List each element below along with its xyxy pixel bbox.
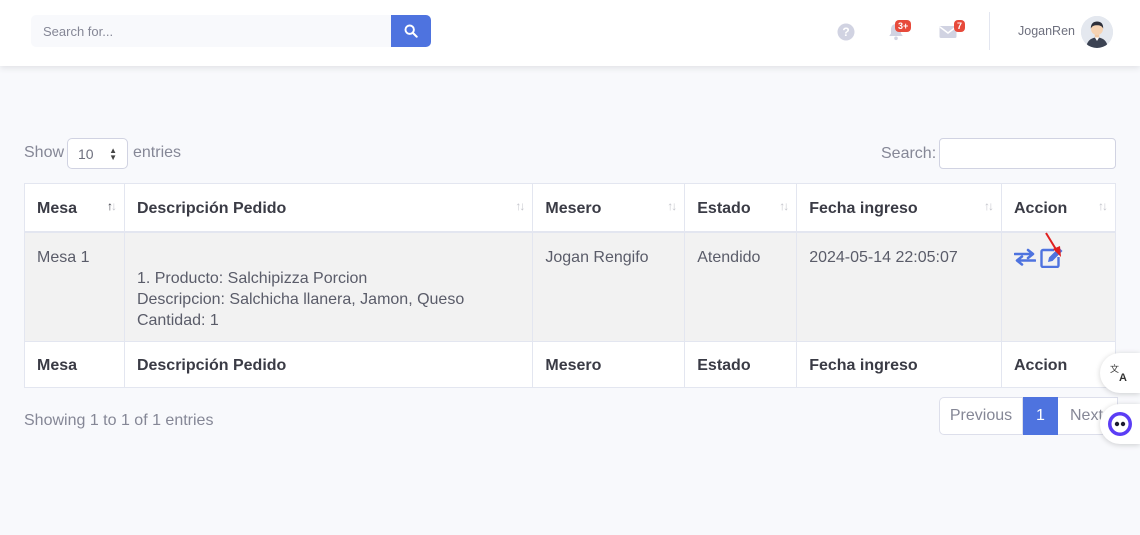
descripcion-line: Cantidad: 1 (136, 311, 219, 329)
table-row: Mesa 1 1. Producto: Salchipizza Porcion … (24, 231, 1117, 342)
translate-widget-button[interactable]: 文 A (1100, 353, 1140, 393)
assistant-widget-button[interactable] (1100, 404, 1140, 444)
assistant-bot-icon (1108, 412, 1132, 436)
translate-icon: 文 A (1110, 363, 1127, 383)
sort-icon: ↑↓ (515, 199, 525, 213)
footer-estado: Estado (684, 341, 798, 388)
page-button-1[interactable]: 1 (1023, 397, 1058, 435)
column-header-mesa[interactable]: Mesa ↑↓ (24, 183, 125, 233)
avatar[interactable] (1081, 16, 1113, 48)
descripcion-line: Descripcion: Salchicha llanera, Jamon, Q… (136, 290, 465, 308)
table-foot: Mesa Descripción Pedido Mesero Estado Fe… (24, 341, 1117, 388)
column-header-accion[interactable]: Accion ↑↓ (1000, 183, 1117, 233)
cell-mesero: Jogan Rengifo (532, 231, 686, 342)
question-circle-icon: ? (837, 23, 855, 41)
transfer-arrows-icon[interactable] (1013, 248, 1036, 266)
alerts-badge: 3+ (895, 20, 912, 32)
footer-mesa: Mesa (24, 341, 125, 388)
cell-accion (1000, 231, 1117, 342)
sort-asc-icon: ↑↓ (106, 199, 117, 213)
topbar-divider (989, 12, 990, 50)
search-icon (404, 24, 418, 38)
cell-mesa: Mesa 1 (24, 231, 125, 342)
cell-descripcion: 1. Producto: Salchipizza Porcion Descrip… (123, 231, 534, 342)
entries-per-page-value: 10 (78, 145, 94, 162)
svg-text:A: A (1119, 372, 1127, 383)
orders-table: Mesa ↑↓ Descripción Pedido ↑↓ Mesero ↑↓ Est… (24, 183, 1117, 388)
column-header-descripcion[interactable]: Descripción Pedido ↑↓ (123, 183, 534, 233)
sort-icon: ↑↓ (779, 199, 789, 213)
annotation-arrow-icon (1045, 231, 1061, 257)
pagination: Previous 1 Next (939, 397, 1118, 435)
select-arrows-icon: ▲ ▼ (109, 146, 117, 162)
svg-text:文: 文 (1110, 363, 1119, 375)
table-search-input[interactable] (939, 138, 1116, 169)
sort-icon: ↑↓ (1098, 199, 1108, 213)
topbar-search (31, 15, 431, 47)
descripcion-line: 1. Producto: Salchipizza Porcion (136, 269, 368, 287)
table-head: Mesa ↑↓ Descripción Pedido ↑↓ Mesero ↑↓ Est… (24, 183, 1117, 233)
column-header-mesero[interactable]: Mesero ↑↓ (532, 183, 686, 233)
footer-descripcion: Descripción Pedido (123, 341, 534, 388)
footer-accion: Accion (1000, 341, 1117, 388)
column-header-fecha[interactable]: Fecha ingreso ↑↓ (796, 183, 1002, 233)
alerts-button[interactable]: 3+ (884, 20, 912, 44)
topbar-search-input[interactable] (31, 15, 391, 47)
footer-mesero: Mesero (532, 341, 686, 388)
messages-badge: 7 (954, 20, 966, 32)
messages-button[interactable]: 7 (936, 20, 966, 44)
footer-fecha: Fecha ingreso (796, 341, 1002, 388)
column-header-estado[interactable]: Estado ↑↓ (684, 183, 798, 233)
table-search-label: Search: (881, 145, 937, 162)
topbar: ? 3+ 7 JoganRen (0, 0, 1140, 66)
cell-fecha: 2024-05-14 22:05:07 (796, 231, 1002, 342)
entries-label: entries (133, 144, 182, 161)
previous-page-button[interactable]: Previous (939, 397, 1023, 435)
show-label: Show (24, 144, 65, 161)
sort-icon: ↑↓ (983, 199, 994, 213)
entries-per-page-select[interactable]: 10 ▲ ▼ (67, 138, 128, 169)
cell-estado: Atendido (684, 231, 798, 342)
svg-text:?: ? (842, 25, 849, 39)
user-avatar-icon (1081, 16, 1113, 48)
help-button[interactable]: ? (834, 20, 858, 44)
topbar-search-button[interactable] (391, 15, 431, 47)
sort-icon: ↑↓ (667, 199, 677, 213)
table-info: Showing 1 to 1 of 1 entries (24, 412, 214, 429)
user-name[interactable]: JoganRen (1018, 24, 1075, 38)
